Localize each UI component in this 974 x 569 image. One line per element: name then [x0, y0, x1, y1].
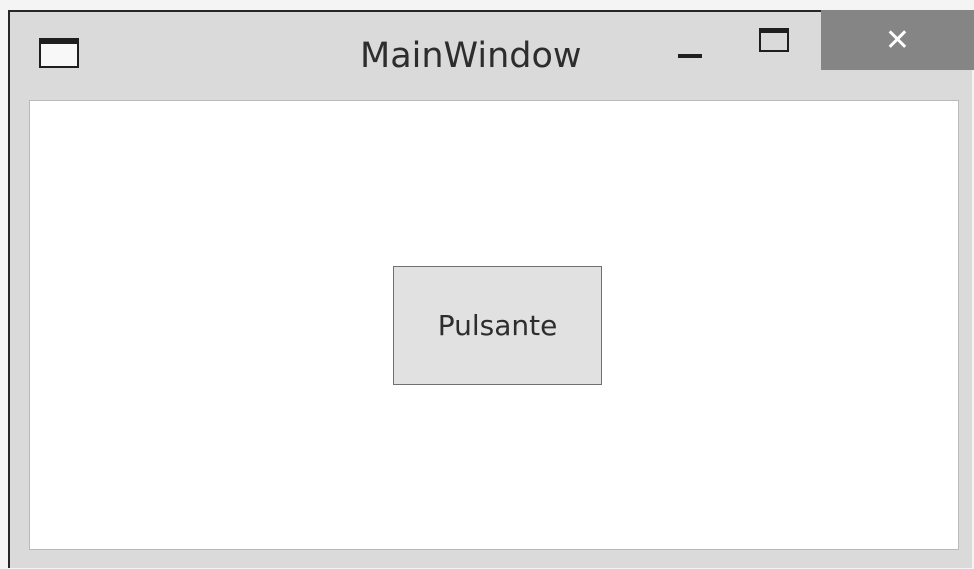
title-bar[interactable]: MainWindow ✕ — [10, 10, 974, 100]
close-icon: ✕ — [884, 22, 911, 58]
minimize-button[interactable] — [664, 12, 716, 72]
close-button[interactable]: ✕ — [821, 10, 974, 70]
maximize-icon — [759, 28, 789, 52]
window-content: Pulsante — [29, 100, 959, 550]
main-window: MainWindow ✕ Pulsante — [8, 10, 974, 568]
window-title: MainWindow — [360, 36, 582, 76]
maximize-button[interactable] — [748, 12, 800, 72]
minimize-icon — [678, 54, 702, 58]
pulsante-button[interactable]: Pulsante — [393, 266, 602, 385]
window-icon[interactable] — [39, 38, 79, 68]
